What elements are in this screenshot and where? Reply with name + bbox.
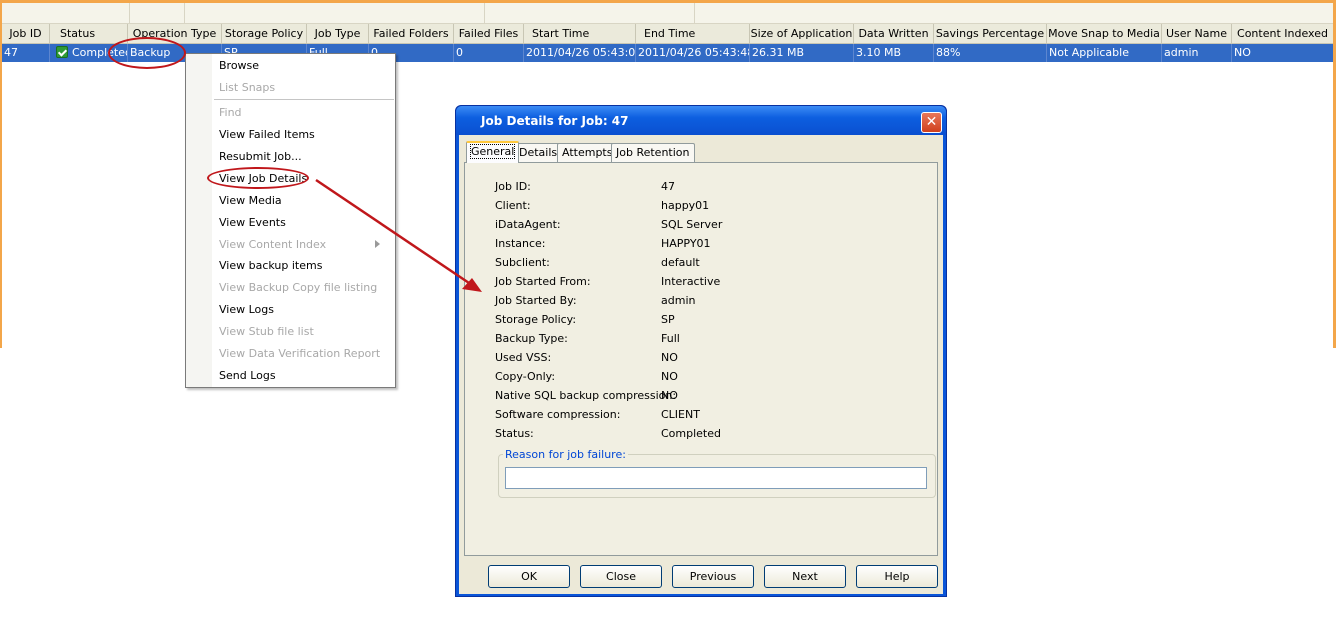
column-header-storage-policy[interactable]: Storage Policy <box>222 24 307 43</box>
field-value: CLIENT <box>661 408 700 421</box>
field-value: SQL Server <box>661 218 723 231</box>
cell-content-indexed: NO <box>1234 46 1251 59</box>
check-icon <box>56 46 68 58</box>
menu-item-view-failed-items[interactable]: View Failed Items <box>219 126 315 144</box>
field-value: Completed <box>661 427 721 440</box>
close-button[interactable]: Close <box>580 565 662 588</box>
cell-savings-percentage: 88% <box>934 44 1047 62</box>
column-header-end-time[interactable]: End Time <box>636 24 750 43</box>
failure-reason-label: Reason for job failure: <box>503 448 628 461</box>
field-label: Status: <box>495 427 534 440</box>
menu-item-view-content-index: View Content Index <box>219 238 327 251</box>
field-label: Storage Policy: <box>495 313 577 326</box>
menu-item-view-backup-copy-file-listing: View Backup Copy file listing <box>219 281 378 294</box>
field-label: iDataAgent: <box>495 218 561 231</box>
column-header-data-written[interactable]: Data Written <box>854 24 934 43</box>
previous-button[interactable]: Previous <box>672 565 754 588</box>
field-value: Full <box>661 332 680 345</box>
annotation-ellipse-view-job-details <box>207 167 309 189</box>
cell-job-id: 47 <box>2 44 50 62</box>
column-header-failed-folders[interactable]: Failed Folders <box>369 24 454 43</box>
menu-item-send-logs[interactable]: Send Logs <box>219 367 276 385</box>
menu-item-view-backup-items[interactable]: View backup items <box>219 257 322 275</box>
field-label: Used VSS: <box>495 351 552 364</box>
cell-user-name: admin <box>1162 44 1232 62</box>
cell-failed-files: 0 <box>454 44 524 62</box>
job-details-dialog: Job Details for Job: 47 ✕ General Detail… <box>455 105 947 597</box>
field-value: Interactive <box>661 275 721 288</box>
tab-attempts[interactable]: Attempts <box>557 143 618 162</box>
field-value: NO <box>661 370 678 383</box>
column-header-content-indexed[interactable]: Content Indexed <box>1232 24 1333 43</box>
menu-item-view-data-verification-report: View Data Verification Report <box>219 347 381 360</box>
general-tab-panel: Job ID: 47 Client: happy01 iDataAgent: S… <box>464 162 938 556</box>
field-label: Instance: <box>495 237 546 250</box>
menu-item-resubmit-job[interactable]: Resubmit Job... <box>219 148 302 166</box>
cell-move-snap-to-media: Not Applicable <box>1047 44 1162 62</box>
menu-item-browse[interactable]: Browse <box>219 57 259 75</box>
column-header-user-name[interactable]: User Name <box>1162 24 1232 43</box>
column-header-job-type[interactable]: Job Type <box>307 24 369 43</box>
tab-details[interactable]: Details <box>514 143 563 162</box>
menu-item-view-media[interactable]: View Media <box>219 192 282 210</box>
next-button[interactable]: Next <box>764 565 846 588</box>
failure-reason-field[interactable] <box>505 467 927 489</box>
field-label: Backup Type: <box>495 332 568 345</box>
annotation-ellipse-backup <box>108 37 186 69</box>
menu-item-view-logs[interactable]: View Logs <box>219 301 274 319</box>
field-value: SP <box>661 313 675 326</box>
column-header-start-time[interactable]: Start Time <box>524 24 636 43</box>
close-icon[interactable]: ✕ <box>921 112 942 133</box>
tab-general-label: General <box>469 144 516 159</box>
field-label: Subclient: <box>495 256 550 269</box>
field-value: default <box>661 256 700 269</box>
field-value: NO <box>661 351 678 364</box>
top-strip <box>0 3 1336 24</box>
menu-item-view-events[interactable]: View Events <box>219 214 286 232</box>
column-header-size-of-application[interactable]: Size of Application <box>750 24 854 43</box>
submenu-arrow-icon <box>375 240 380 248</box>
cell-end-time: 2011/04/26 05:43:48 <box>636 44 750 62</box>
dialog-title-bar[interactable]: Job Details for Job: 47 ✕ <box>456 106 946 135</box>
field-label: Software compression: <box>495 408 621 421</box>
field-label: Native SQL backup compression: <box>495 389 677 402</box>
column-header-savings-percentage[interactable]: Savings Percentage <box>934 24 1047 43</box>
menu-item-view-stub-file-list: View Stub file list <box>219 325 314 338</box>
field-value: HAPPY01 <box>661 237 711 250</box>
dialog-body: General Details Attempts Job Retention J… <box>459 135 943 594</box>
job-grid-header: Job ID Status Operation Type Storage Pol… <box>2 24 1333 44</box>
dialog-title: Job Details for Job: 47 <box>481 114 629 128</box>
tab-general[interactable]: General <box>466 141 520 163</box>
field-label: Copy-Only: <box>495 370 556 383</box>
context-menu: Browse List Snaps Find View Failed Items… <box>185 53 396 388</box>
field-label: Job Started By: <box>495 294 577 307</box>
menu-item-find: Find <box>219 106 242 119</box>
column-header-status[interactable]: Status <box>50 24 128 43</box>
cell-start-time: 2011/04/26 05:43:04 <box>524 44 636 62</box>
column-header-failed-files[interactable]: Failed Files <box>454 24 524 43</box>
cell-size-of-application: 26.31 MB <box>750 44 854 62</box>
field-value: NO <box>661 389 678 402</box>
menu-separator <box>214 99 394 100</box>
cell-data-written: 3.10 MB <box>854 44 934 62</box>
menu-item-list-snaps: List Snaps <box>219 81 276 94</box>
tab-job-retention[interactable]: Job Retention <box>611 143 695 162</box>
help-button[interactable]: Help <box>856 565 938 588</box>
column-header-move-snap-to-media[interactable]: Move Snap to Media <box>1047 24 1162 43</box>
column-header-job-id[interactable]: Job ID <box>2 24 50 43</box>
field-label: Job ID: <box>495 180 531 193</box>
field-label: Client: <box>495 199 531 212</box>
field-value: 47 <box>661 180 675 193</box>
field-label: Job Started From: <box>495 275 591 288</box>
menu-gutter <box>186 54 212 387</box>
ok-button[interactable]: OK <box>488 565 570 588</box>
field-value: happy01 <box>661 199 710 212</box>
field-value: admin <box>661 294 696 307</box>
